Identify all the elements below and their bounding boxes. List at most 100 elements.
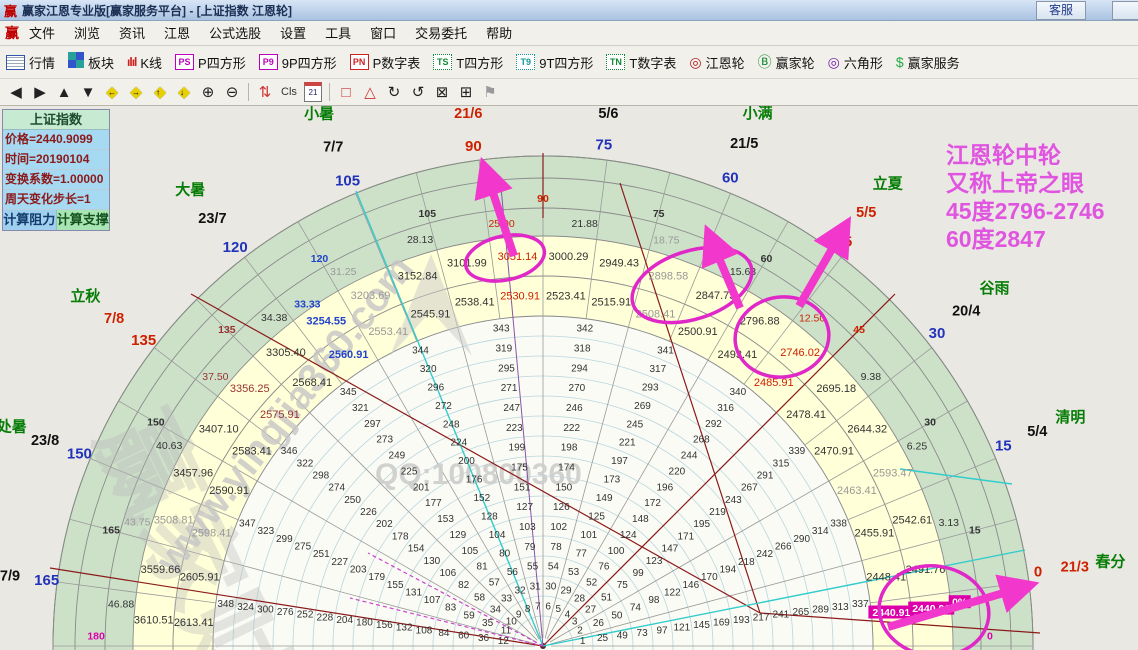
svg-text:30: 30 <box>545 582 557 593</box>
svg-text:2515.91: 2515.91 <box>591 297 631 309</box>
svg-text:3203.69: 3203.69 <box>351 290 391 302</box>
svg-text:338: 338 <box>830 519 847 530</box>
calendar-button[interactable]: 21 <box>301 82 325 103</box>
svg-text:196: 196 <box>656 482 673 493</box>
tn-icon: TN <box>606 54 625 70</box>
diamond-right-button[interactable]: ◆→ <box>124 82 148 103</box>
svg-text:318: 318 <box>574 344 591 355</box>
svg-text:342: 342 <box>576 324 593 335</box>
menu-item-文件[interactable]: 文件 <box>29 26 55 41</box>
svg-text:127: 127 <box>516 502 533 513</box>
triangle-tool-button[interactable]: △ <box>358 82 382 103</box>
outer-date-label: 21/3 <box>1061 559 1089 575</box>
svg-text:3407.10: 3407.10 <box>199 423 239 435</box>
svg-text:270: 270 <box>569 383 586 394</box>
svg-text:2463.41: 2463.41 <box>837 485 877 497</box>
pointer-up-button[interactable]: ▲ <box>52 82 76 103</box>
diamond-left-button[interactable]: ◆← <box>100 82 124 103</box>
menu-item-江恩[interactable]: 江恩 <box>164 26 190 41</box>
toolbar-button-9P四方形[interactable]: P99P四方形 <box>259 53 337 72</box>
clipped-button[interactable] <box>1112 1 1138 20</box>
svg-text:199: 199 <box>509 443 526 454</box>
flag-button[interactable]: ⚑ <box>478 82 502 103</box>
diamond-up-button[interactable]: ◆↑ <box>148 82 172 103</box>
svg-text:74: 74 <box>630 603 642 614</box>
outer-date-label: 5/4 <box>1027 424 1047 440</box>
svg-text:18.75: 18.75 <box>653 234 679 246</box>
menu-item-交易委托[interactable]: 交易委托 <box>415 26 467 41</box>
menu-item-资讯[interactable]: 资讯 <box>119 26 145 41</box>
back-button[interactable]: ◀ <box>4 82 28 103</box>
rotate-cw-button[interactable]: ↻ <box>382 82 406 103</box>
panel-row-0: 价格=2440.9099 <box>3 130 109 150</box>
toolbar-button-9T四方形[interactable]: T99T四方形 <box>516 53 593 72</box>
svg-text:130: 130 <box>424 556 441 567</box>
menu-item-公式选股[interactable]: 公式选股 <box>209 26 261 41</box>
svg-text:2545.91: 2545.91 <box>411 309 451 321</box>
svg-text:3559.66: 3559.66 <box>141 564 181 576</box>
calc-resistance-button[interactable]: 计算阻力 <box>3 210 57 230</box>
svg-text:3254.55: 3254.55 <box>306 316 346 328</box>
toolbar-button-六角形[interactable]: ◎六角形 <box>828 53 883 72</box>
menu-item-设置[interactable]: 设置 <box>280 26 306 41</box>
toolbar-button-T四方形[interactable]: TST四方形 <box>433 53 503 72</box>
outer-date-label: 7/9 <box>0 569 20 585</box>
toolbar-label: 六角形 <box>844 53 883 72</box>
rect-tool-button[interactable]: □ <box>334 82 358 103</box>
svg-text:2500.91: 2500.91 <box>678 326 718 338</box>
svg-text:217: 217 <box>753 612 770 623</box>
toolbar-label: 赢家轮 <box>776 53 815 72</box>
zoom-in-button[interactable]: ⊕ <box>196 82 220 103</box>
svg-text:2553.41: 2553.41 <box>368 326 408 338</box>
window-title: 赢家江恩专业版[赢家服务平台] - [上证指数 江恩轮] <box>22 2 292 19</box>
support-button[interactable]: 客服 <box>1036 1 1086 20</box>
svg-text:15: 15 <box>969 524 981 536</box>
toolbar-button-赢家轮[interactable]: Ⓑ赢家轮 <box>758 53 815 72</box>
toolbar-button-P四方形[interactable]: PSP四方形 <box>175 53 246 72</box>
svg-text:222: 222 <box>563 423 580 434</box>
svg-text:2746.02: 2746.02 <box>780 347 820 359</box>
toolbar-button-T数字表[interactable]: TNT数字表 <box>606 53 676 72</box>
delete-box-button[interactable]: ⊠ <box>430 82 454 103</box>
menu-item-浏览[interactable]: 浏览 <box>74 26 100 41</box>
zoom-out-icon: ⊖ <box>226 83 239 101</box>
range-button[interactable]: ⇅ <box>253 82 277 103</box>
svg-text:268: 268 <box>693 435 710 446</box>
toolbar-button-赢家服务[interactable]: $赢家服务 <box>896 53 960 72</box>
svg-text:300: 300 <box>257 605 274 616</box>
svg-text:2949.43: 2949.43 <box>599 258 639 270</box>
menu-item-窗口[interactable]: 窗口 <box>370 26 396 41</box>
svg-text:200: 200 <box>458 456 475 467</box>
solar-term-label: 立夏 <box>873 174 904 192</box>
fit-screen-button[interactable]: ⊞ <box>454 82 478 103</box>
calc-support-button[interactable]: 计算支撑 <box>57 210 110 230</box>
toolbar-button-P数字表[interactable]: PNP数字表 <box>350 53 421 72</box>
annotation-text: 江恩轮中轮又称上帝之眼45度2796-274660度2847 <box>946 142 1105 252</box>
toolbar-button-行情[interactable]: 行情 <box>6 53 55 72</box>
svg-text:12: 12 <box>498 636 510 647</box>
svg-text:317: 317 <box>649 364 666 375</box>
rotate-ccw-button[interactable]: ↺ <box>406 82 430 103</box>
outer-degree-label: 75 <box>596 137 613 154</box>
pointer-down-button[interactable]: ▼ <box>76 82 100 103</box>
outer-degree-label: 90 <box>465 138 482 155</box>
chart-area[interactable]: 赢家财富网www.yingjia360.comQQ:10080036012345… <box>0 106 1138 650</box>
cls-button[interactable]: Cls <box>277 82 301 103</box>
diamond-down-button[interactable]: ◆↓ <box>172 82 196 103</box>
menu-item-帮助[interactable]: 帮助 <box>486 26 512 41</box>
zoom-out-button[interactable]: ⊖ <box>220 82 244 103</box>
forward-button[interactable]: ▶ <box>28 82 52 103</box>
svg-text:180: 180 <box>356 618 373 629</box>
toolbar-button-板块[interactable]: 板块 <box>68 53 114 72</box>
outer-date-label: 7/8 <box>104 311 124 327</box>
svg-text:2560.91: 2560.91 <box>329 349 369 361</box>
svg-text:105: 105 <box>462 546 479 557</box>
toolbar-button-江恩轮[interactable]: ◎江恩轮 <box>689 53 744 72</box>
svg-text:135: 135 <box>218 324 236 336</box>
svg-text:29: 29 <box>560 586 572 597</box>
svg-text:2598.41: 2598.41 <box>192 528 232 540</box>
gann-wheel-canvas[interactable]: 赢家财富网www.yingjia360.comQQ:10080036012345… <box>0 106 1138 650</box>
menu-item-工具[interactable]: 工具 <box>325 26 351 41</box>
svg-text:江恩轮中轮: 江恩轮中轮 <box>946 142 1061 168</box>
toolbar-button-K线[interactable]: ılılK线 <box>127 53 162 72</box>
